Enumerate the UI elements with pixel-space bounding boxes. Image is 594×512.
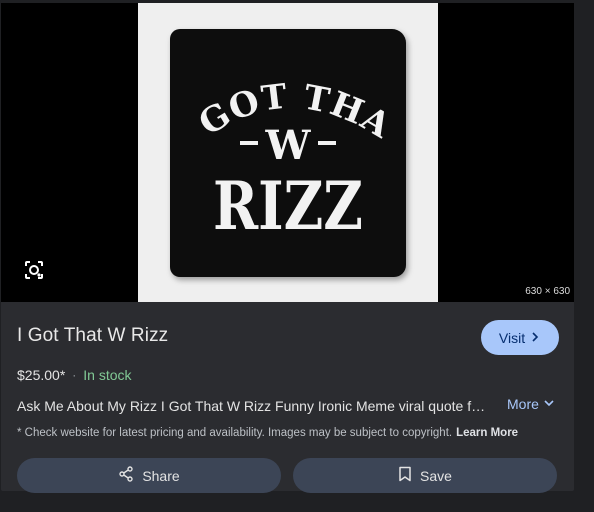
chevron-down-icon [543,396,555,412]
pillow-graphic: I GOT THAT W RIZZ [170,29,406,277]
share-button[interactable]: Share [17,458,281,493]
more-button[interactable]: More [507,396,555,412]
product-image[interactable]: I GOT THAT W RIZZ [138,3,438,302]
product-price: $25.00* [17,367,66,383]
product-description: Ask Me About My Rizz I Got That W Rizz F… [17,398,491,414]
pillow-line3: RIZZ [213,167,363,245]
learn-more-link[interactable]: Learn More [456,427,518,439]
share-label: Share [142,467,180,484]
visit-button[interactable]: Visit [481,320,559,355]
visit-label: Visit [498,329,526,346]
product-title: I Got That W Rizz [17,325,169,346]
stock-status: In stock [83,367,132,383]
separator-dot: · [72,368,77,382]
disclaimer-text: * Check website for latest pricing and a… [17,427,453,439]
chevron-right-icon [529,330,541,346]
image-dimensions: 630 × 630 [525,286,570,297]
more-label: More [507,396,539,412]
save-label: Save [420,467,452,484]
google-lens-icon[interactable] [23,259,45,281]
bookmark-icon [398,466,412,485]
image-viewer[interactable]: I GOT THAT W RIZZ 630 × 630 [1,3,574,302]
share-icon [118,466,134,485]
price-row: $25.00* · In stock [17,367,132,383]
product-panel: I GOT THAT W RIZZ 630 × 630 I Got That W… [1,3,574,493]
disclaimer: * Check website for latest pricing and a… [17,427,518,439]
pillow-line2: W [265,122,312,169]
save-button[interactable]: Save [293,458,557,493]
